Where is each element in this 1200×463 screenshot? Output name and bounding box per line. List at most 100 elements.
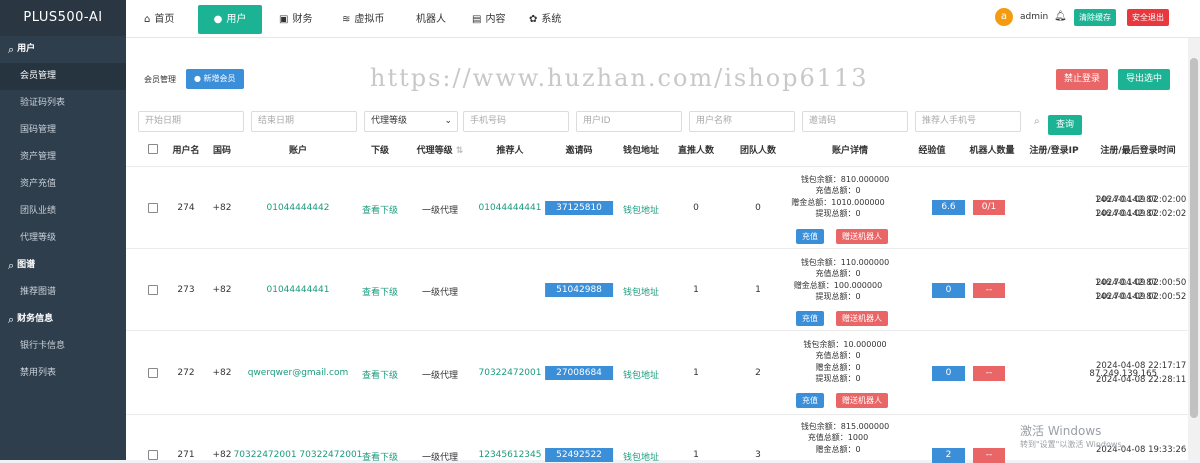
vertical-scrollbar[interactable] (1188, 38, 1200, 460)
add-member-button[interactable]: ● 新增会员 (186, 69, 244, 89)
logout-button[interactable]: 安全退出 (1127, 9, 1169, 26)
sidebar-item-agent-level[interactable]: 代理等级 (0, 225, 126, 252)
recharge-button[interactable]: 充值 (796, 393, 824, 408)
sidebar-item-member-management[interactable]: 会员管理 (0, 63, 126, 90)
header-login-time: 注册/最后登录时间 (1100, 146, 1176, 156)
account-link[interactable]: 70322472001 70322472001 (234, 450, 363, 460)
view-subordinates-link[interactable]: 查看下级 (362, 368, 398, 381)
user-id-input[interactable]: 用户ID (576, 111, 682, 132)
user-name-input[interactable]: 用户名称 (689, 111, 795, 132)
row-checkbox[interactable] (148, 368, 158, 378)
nav-content[interactable]: ▤ 内容 (462, 5, 515, 34)
row-divider (126, 248, 1188, 249)
scrollbar-thumb[interactable] (1190, 58, 1198, 418)
register-login-time: 2024-04-09 02:02:00 2024-04-09 02:02:02 (1096, 195, 1187, 219)
sidebar-item-ban-list[interactable]: 禁用列表 (0, 360, 126, 387)
team-count: 1 (755, 285, 761, 295)
header-subordinates: 下级 (370, 146, 390, 156)
direct-count: 1 (693, 368, 699, 378)
username[interactable]: admin (1020, 12, 1048, 22)
nav-users[interactable]: ● 用户 (198, 5, 262, 34)
team-count: 0 (755, 203, 761, 213)
sidebar-group-graph[interactable]: ⌕ 图谱 (0, 252, 126, 279)
sidebar-group-finance[interactable]: ⌕ 财务信息 (0, 306, 126, 333)
view-subordinates-link[interactable]: 查看下级 (362, 203, 398, 216)
row-checkbox[interactable] (148, 203, 158, 213)
sidebar-item-assets[interactable]: 资产管理 (0, 144, 126, 171)
view-subordinates-link[interactable]: 查看下级 (362, 450, 398, 463)
sidebar-item-country-code[interactable]: 国码管理 (0, 117, 126, 144)
withdraw-total: 提现总额：0 (815, 209, 861, 219)
wallet-address-link[interactable]: 钱包地址 (623, 450, 659, 463)
wallet-address-link[interactable]: 钱包地址 (623, 368, 659, 381)
sidebar-item-bank-card[interactable]: 银行卡信息 (0, 333, 126, 360)
experience-badge: 0 (932, 283, 965, 298)
wallet-balance: 钱包余额：815.000000 (800, 422, 890, 431)
gift-robot-button[interactable]: 赠送机器人 (836, 393, 888, 408)
user-plus-icon: ● (194, 74, 204, 83)
agent-level-select[interactable]: 代理等级 ⌄ (364, 111, 458, 132)
gift-total: 赠金总额：0 (815, 362, 861, 372)
sidebar-item-captcha-list[interactable]: 验证码列表 (0, 90, 126, 117)
ban-login-button[interactable]: 禁止登录 (1056, 69, 1109, 90)
sidebar-group-users[interactable]: ⌕ 用户 (0, 36, 126, 63)
avatar[interactable]: a (995, 8, 1013, 26)
wallet-balance: 钱包余额：110.000000 (800, 258, 890, 267)
query-button[interactable]: 查询 (1048, 115, 1083, 135)
sort-icon[interactable]: ⇅ (456, 146, 464, 156)
recharge-button[interactable]: 充值 (796, 311, 824, 326)
site-watermark: https://www.huzhan.com/ishop6113 (370, 64, 869, 92)
header-referrer: 推荐人 (496, 146, 524, 156)
row-checkbox[interactable] (148, 450, 158, 460)
wallet-address-link[interactable]: 钱包地址 (623, 285, 659, 298)
country-code: +82 (212, 203, 232, 213)
export-selected-button[interactable]: 导出选中 (1118, 69, 1171, 90)
nav-system[interactable]: ✿ 系统 (519, 5, 571, 34)
nav-crypto[interactable]: ≋ 虚拟币 (332, 5, 394, 34)
referrer-link[interactable]: 12345612345 (479, 450, 542, 460)
account-link[interactable]: 01044444441 (267, 285, 330, 295)
wallet-balance: 钱包余额：10.000000 (803, 340, 887, 349)
nav-home[interactable]: ⌂ 首页 (134, 5, 184, 34)
end-date-input[interactable]: 结束日期 (251, 111, 357, 132)
recharge-total: 充值总额：0 (815, 351, 861, 361)
sidebar-item-asset-recharge[interactable]: 资产充值 (0, 171, 126, 198)
user-id: 271 (177, 450, 195, 460)
windows-activation-watermark: 激活 Windows 转到"设置"以激活 Windows。 (1020, 424, 1130, 449)
nav-finance[interactable]: ▣ 财务 (269, 5, 322, 34)
referrer-link[interactable]: 01044444441 (479, 203, 542, 213)
home-icon: ⌂ (144, 14, 151, 25)
sidebar-item-team-performance[interactable]: 团队业绩 (0, 198, 126, 225)
account-link[interactable]: 01044444442 (267, 203, 330, 213)
header-team-count: 团队人数 (739, 146, 777, 156)
finance-icon: ▣ (279, 14, 289, 25)
page-title: 会员管理 (144, 75, 176, 84)
clear-cache-button[interactable]: 清除缓存 (1074, 9, 1116, 26)
invite-code-input[interactable]: 邀请码 (802, 111, 908, 132)
experience-badge: 0 (932, 366, 965, 381)
team-count: 3 (755, 450, 761, 460)
sidebar-item-referral-graph[interactable]: 推荐图谱 (0, 279, 126, 306)
row-checkbox[interactable] (148, 285, 158, 295)
select-all-checkbox[interactable] (148, 144, 158, 154)
document-icon: ▤ (472, 14, 482, 25)
start-date-input[interactable]: 开始日期 (138, 111, 244, 132)
recharge-button[interactable]: 充值 (796, 229, 824, 244)
gift-robot-button[interactable]: 赠送机器人 (836, 229, 888, 244)
wallet-address-link[interactable]: 钱包地址 (623, 203, 659, 216)
header-account: 账户 (288, 146, 308, 156)
header-direct-count: 直推人数 (677, 146, 715, 156)
invite-code-badge: 51042988 (545, 283, 613, 297)
phone-input[interactable]: 手机号码 (463, 111, 569, 132)
nav-robots[interactable]: 机器人 (406, 5, 456, 34)
header-ip: 注册/登录IP (1029, 146, 1079, 156)
gift-robot-button[interactable]: 赠送机器人 (836, 311, 888, 326)
robot-count-badge: 0/1 (973, 200, 1005, 215)
view-subordinates-link[interactable]: 查看下级 (362, 285, 398, 298)
robot-count-badge: -- (973, 283, 1005, 298)
account-details: 钱包余额：810.000000 充值总额：0 赠金总额：1010.000000 … (782, 174, 894, 220)
account-link[interactable]: qwerqwer@gmail.com (248, 368, 349, 378)
bell-icon[interactable]: 🔔︎ (1054, 11, 1067, 22)
referrer-link[interactable]: 70322472001 (479, 368, 542, 378)
referrer-phone-input[interactable]: 推荐人手机号 (915, 111, 1021, 132)
